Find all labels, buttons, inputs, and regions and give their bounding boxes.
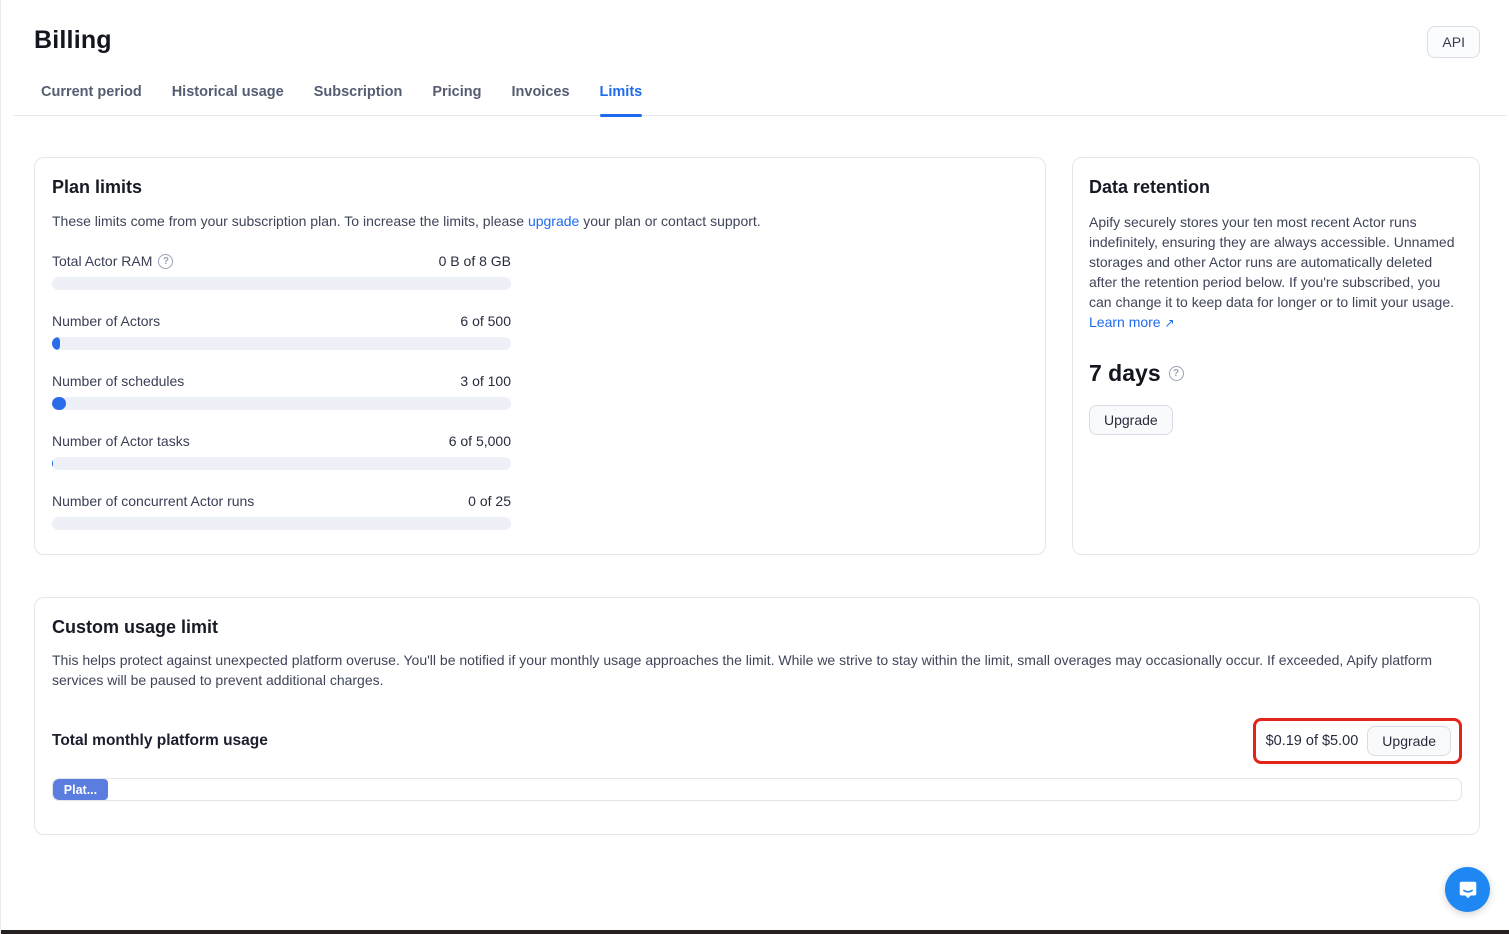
usage-annotation-red-box: $0.19 of $5.00 Upgrade — [1253, 718, 1462, 764]
progress-fill — [52, 337, 60, 350]
tab-pricing[interactable]: Pricing — [432, 78, 481, 115]
page-header: Billing API — [34, 26, 1480, 55]
learn-more-label: Learn more — [1089, 314, 1161, 330]
limit-row-schedules: Number of schedules 3 of 100 — [52, 373, 511, 410]
data-retention-text: Apify securely stores your ten most rece… — [1089, 214, 1455, 310]
tab-subscription[interactable]: Subscription — [314, 78, 403, 115]
limit-value: 0 of 25 — [468, 493, 511, 509]
limit-label: Number of schedules — [52, 373, 184, 389]
limit-row-concurrent-runs: Number of concurrent Actor runs 0 of 25 — [52, 493, 511, 530]
progress-bar — [52, 397, 511, 410]
plan-limits-description: These limits come from your subscription… — [52, 211, 1028, 231]
plan-limits-title: Plan limits — [52, 177, 1028, 198]
data-retention-description: Apify securely stores your ten most rece… — [1089, 212, 1463, 333]
limit-label: Number of Actors — [52, 313, 160, 329]
progress-bar — [52, 457, 511, 470]
plan-limits-list: Total Actor RAM ? 0 B of 8 GB Number of … — [52, 253, 511, 530]
limit-value: 6 of 5,000 — [449, 433, 511, 449]
plan-limits-card: Plan limits These limits come from your … — [34, 157, 1046, 555]
data-retention-card: Data retention Apify securely stores you… — [1072, 157, 1480, 555]
plan-limits-desc-after: your plan or contact support. — [579, 213, 760, 229]
usage-bar: Plat... — [52, 778, 1462, 801]
billing-tabbar: Current period Historical usage Subscrip… — [13, 78, 1507, 116]
bottom-taskbar-edge — [1, 930, 1509, 934]
retention-days: 7 days — [1089, 360, 1161, 387]
custom-usage-description: This helps protect against unexpected pl… — [52, 650, 1452, 690]
tab-historical-usage[interactable]: Historical usage — [172, 78, 284, 115]
custom-usage-title: Custom usage limit — [52, 617, 1462, 638]
usage-row: Total monthly platform usage $0.19 of $5… — [52, 718, 1462, 764]
tab-invoices[interactable]: Invoices — [512, 78, 570, 115]
data-retention-title: Data retention — [1089, 177, 1463, 198]
progress-fill — [52, 457, 53, 470]
limit-label: Number of concurrent Actor runs — [52, 493, 254, 509]
plan-limits-desc-before: These limits come from your subscription… — [52, 213, 528, 229]
progress-fill — [52, 397, 66, 410]
help-icon[interactable]: ? — [158, 254, 173, 269]
upgrade-link[interactable]: upgrade — [528, 213, 579, 229]
external-link-icon: ↗ — [1164, 316, 1174, 330]
limit-row-actor-tasks: Number of Actor tasks 6 of 5,000 — [52, 433, 511, 470]
help-icon[interactable]: ? — [1169, 366, 1184, 381]
limit-value: 0 B of 8 GB — [439, 253, 511, 269]
retention-upgrade-button[interactable]: Upgrade — [1089, 405, 1173, 435]
limit-value: 6 of 500 — [460, 313, 511, 329]
progress-bar — [52, 277, 511, 290]
progress-bar — [52, 517, 511, 530]
usage-label: Total monthly platform usage — [52, 732, 268, 750]
limit-row-actors: Number of Actors 6 of 500 — [52, 313, 511, 350]
limit-label: Number of Actor tasks — [52, 433, 190, 449]
api-button[interactable]: API — [1427, 26, 1480, 58]
retention-period-value: 7 days ? — [1089, 360, 1463, 387]
tab-limits[interactable]: Limits — [600, 78, 643, 115]
tab-current-period[interactable]: Current period — [41, 78, 142, 115]
page-title: Billing — [34, 26, 1480, 55]
chat-bubble-icon — [1457, 879, 1479, 901]
usage-segment-platform: Plat... — [53, 779, 108, 800]
chat-launcher-button[interactable] — [1445, 867, 1490, 912]
usage-value: $0.19 of $5.00 — [1266, 733, 1359, 749]
custom-usage-limit-card: Custom usage limit This helps protect ag… — [34, 597, 1480, 835]
progress-bar — [52, 337, 511, 350]
learn-more-link[interactable]: Learn more ↗ — [1089, 314, 1175, 330]
usage-upgrade-button[interactable]: Upgrade — [1367, 726, 1451, 756]
limit-label: Total Actor RAM — [52, 253, 152, 269]
limit-row-actor-ram: Total Actor RAM ? 0 B of 8 GB — [52, 253, 511, 290]
limit-value: 3 of 100 — [460, 373, 511, 389]
